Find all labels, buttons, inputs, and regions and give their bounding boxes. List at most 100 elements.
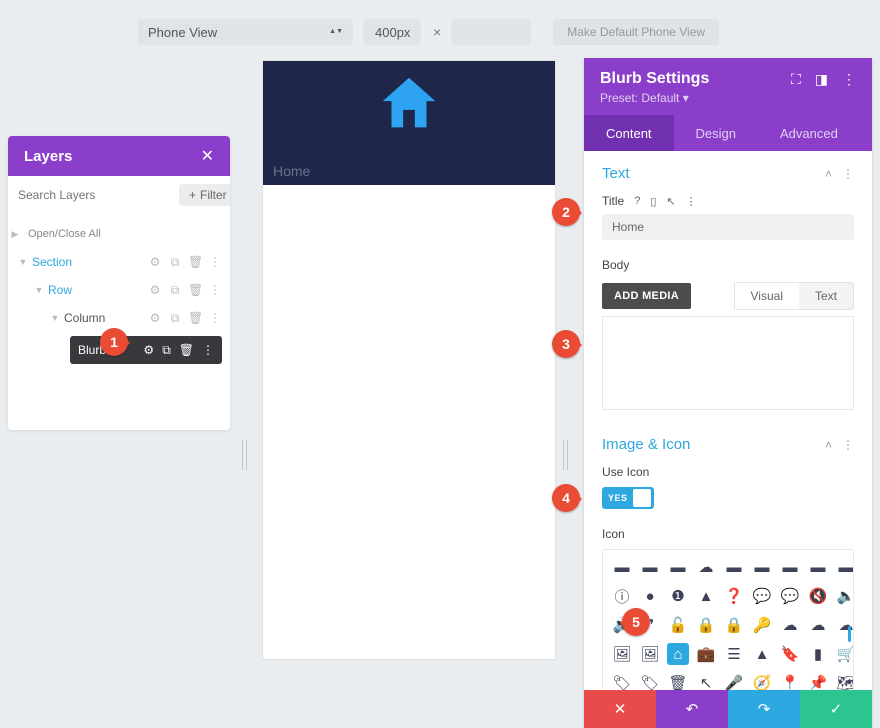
minus-icon[interactable]: ▬ [781,558,799,576]
cancel-button[interactable]: ✕ [584,690,656,728]
undo-button[interactable]: ↶ [656,690,728,728]
gear-icon[interactable]: ⚙ [148,255,162,270]
question-icon[interactable]: ❓ [725,587,743,605]
pin-icon[interactable]: 📍 [781,674,799,690]
minus-icon[interactable]: ▬ [725,558,743,576]
gear-icon[interactable]: ⚙ [148,311,162,326]
exclamation-icon[interactable]: ❶ [669,587,687,605]
briefcase-icon[interactable]: 💼 [697,645,715,663]
open-close-all[interactable]: ▶ Open/Close All [8,220,230,248]
more-icon[interactable]: ⋮ [842,438,854,452]
help-icon[interactable]: ? [634,195,640,208]
bookmark-icon[interactable]: 🔖 [781,645,799,663]
chevron-up-icon[interactable]: ˄ [825,438,832,452]
text-section-header[interactable]: Text ˄⋮ [584,151,872,188]
chevron-up-icon[interactable]: ˄ [825,167,832,181]
add-media-button[interactable]: ADD MEDIA [602,283,691,309]
phone-icon[interactable]: ▯ [650,195,656,208]
minus-icon[interactable]: ▬ [669,558,687,576]
cloud-icon[interactable]: ☁ [697,558,715,576]
tree-blurb[interactable]: Blurb ⚙ ⧉ 🗑 ⋮ [70,336,222,364]
compass-icon[interactable]: 🧭 [753,674,771,690]
image-icon[interactable]: 🖼 [613,645,631,663]
more-icon[interactable]: ⋮ [208,283,222,298]
lock-icon[interactable]: 🔒 [697,616,715,634]
map-icon[interactable]: 🗺 [837,674,854,690]
lock-open-icon[interactable]: 🔓 [669,616,687,634]
icon-scrollbar[interactable] [848,626,851,642]
tree-section[interactable]: ▼ Section ⚙ ⧉ 🗑 ⋮ [8,248,230,276]
more-icon[interactable]: ⋮ [686,195,697,208]
copy-icon[interactable]: ⧉ [168,283,182,298]
hover-icon[interactable]: ↖ [666,195,675,208]
copy-icon[interactable]: ⧉ [168,311,182,326]
images-icon[interactable]: 🖼 [641,645,659,663]
minus-icon[interactable]: ▬ [613,558,631,576]
layers-icon[interactable]: ☰ [725,645,743,663]
trash-icon[interactable]: 🗑 [188,283,202,298]
visual-tab[interactable]: Visual [735,283,799,309]
volume-icon[interactable]: 🔈 [837,587,854,605]
volume-off-icon[interactable]: 🔇 [809,587,827,605]
image-icon-section-header[interactable]: Image & Icon ˄⋮ [584,422,872,459]
close-icon[interactable]: ✕ [201,146,214,166]
book-icon[interactable]: ▮ [809,645,827,663]
trash-icon[interactable]: 🗑 [669,674,687,690]
user-icon[interactable]: ▲ [753,645,771,663]
confirm-button[interactable]: ✓ [800,690,872,728]
make-default-button[interactable]: Make Default Phone View [553,19,719,45]
minus-icon[interactable]: ▬ [641,558,659,576]
comment-icon[interactable]: 💬 [753,587,771,605]
redo-button[interactable]: ↷ [728,690,800,728]
pushpin-icon[interactable]: 📌 [809,674,827,690]
tags-icon[interactable]: 🏷 [641,674,659,690]
tree-row[interactable]: ▼ Row ⚙ ⧉ 🗑 ⋮ [8,276,230,304]
height-input[interactable] [451,19,531,45]
cloud-down-icon[interactable]: ☁ [837,616,854,634]
search-input[interactable] [18,184,173,206]
tab-content[interactable]: Content [584,115,674,151]
gear-icon[interactable]: ⚙ [148,283,162,298]
more-icon[interactable]: ⋮ [208,311,222,326]
cloud-icon[interactable]: ☁ [781,616,799,634]
warning-icon[interactable]: ▲ [697,587,715,605]
panel-icon[interactable]: ◨ [815,71,828,88]
title-input[interactable] [602,214,854,240]
more-icon[interactable]: ⋮ [842,71,856,88]
expand-icon[interactable]: ⛶ [791,71,801,88]
lock-icon[interactable]: 🔒 [725,616,743,634]
trash-icon[interactable]: 🗑 [179,343,194,357]
trash-icon[interactable]: 🗑 [188,311,202,326]
info-icon[interactable]: ⓘ [613,587,631,605]
tab-design[interactable]: Design [674,115,758,151]
gear-icon[interactable]: ⚙ [143,343,154,357]
use-icon-toggle[interactable]: YES [602,487,654,509]
cloud-up-icon[interactable]: ☁ [809,616,827,634]
info-circle-icon[interactable]: ● [641,587,659,605]
more-icon[interactable]: ⋮ [202,343,214,357]
more-icon[interactable]: ⋮ [842,167,854,181]
minus-icon[interactable]: ▬ [809,558,827,576]
width-input[interactable]: 400px [363,19,421,45]
filter-button[interactable]: + Filter [179,184,230,206]
body-editor[interactable] [602,316,854,410]
resize-handle-left[interactable] [242,440,252,470]
home-icon[interactable]: ⌂ [667,643,689,665]
more-icon[interactable]: ⋮ [208,255,222,270]
cursor-icon[interactable]: ↖ [697,674,715,690]
preset-selector[interactable]: Preset: Default ▾ [600,91,856,105]
copy-icon[interactable]: ⧉ [162,343,171,358]
view-mode-select[interactable]: Phone View ▲▼ [138,19,353,45]
tree-column[interactable]: ▼ Column ⚙ ⧉ 🗑 ⋮ [8,304,230,332]
comments-icon[interactable]: 💬 [781,587,799,605]
trash-icon[interactable]: 🗑 [188,255,202,270]
cart-icon[interactable]: 🛒 [837,645,854,663]
text-tab[interactable]: Text [799,283,853,309]
minus-icon[interactable]: ▬ [753,558,771,576]
tab-advanced[interactable]: Advanced [758,115,860,151]
minus-icon[interactable]: ▬ [837,558,854,576]
tag-icon[interactable]: 🏷 [613,674,631,690]
copy-icon[interactable]: ⧉ [168,255,182,270]
key-icon[interactable]: 🔑 [753,616,771,634]
resize-handle-right[interactable] [563,440,573,470]
